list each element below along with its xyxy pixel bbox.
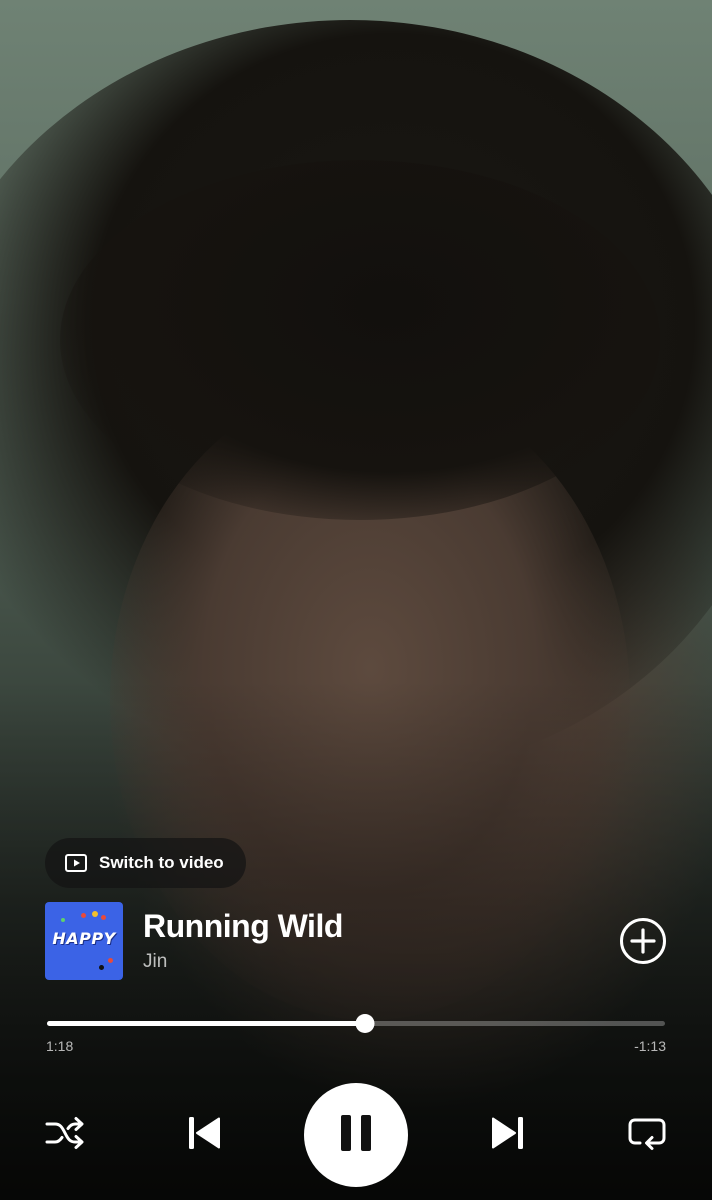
track-title[interactable]: Running Wild (143, 908, 343, 945)
album-art-text: HAPPY (52, 929, 116, 948)
pause-icon (338, 1113, 374, 1158)
repeat-button[interactable] (626, 1117, 668, 1153)
progress-thumb[interactable] (355, 1014, 375, 1033)
play-square-icon (65, 854, 87, 872)
progress-bar[interactable] (47, 1014, 665, 1033)
elapsed-time: 1:18 (46, 1038, 74, 1054)
remaining-time: -1:13 (634, 1038, 666, 1054)
album-art[interactable]: HAPPY (45, 902, 123, 980)
skip-previous-icon (184, 1113, 224, 1158)
plus-circle-icon (619, 918, 667, 969)
now-playing-track: HAPPY Running Wild Jin (45, 902, 667, 980)
add-to-library-button[interactable] (619, 917, 667, 965)
repeat-icon (626, 1115, 668, 1156)
progress-fill (47, 1021, 366, 1026)
switch-to-video-button[interactable]: Switch to video (45, 838, 246, 888)
pause-button[interactable] (304, 1083, 408, 1187)
shuffle-button[interactable] (44, 1115, 86, 1156)
shuffle-icon (44, 1115, 86, 1156)
next-track-button[interactable] (488, 1115, 528, 1155)
playback-controls (0, 1083, 712, 1187)
switch-to-video-label: Switch to video (99, 853, 224, 872)
track-artist[interactable]: Jin (143, 951, 167, 973)
skip-next-icon (488, 1113, 528, 1158)
previous-track-button[interactable] (184, 1115, 224, 1155)
background-figure-fringe (60, 160, 660, 520)
